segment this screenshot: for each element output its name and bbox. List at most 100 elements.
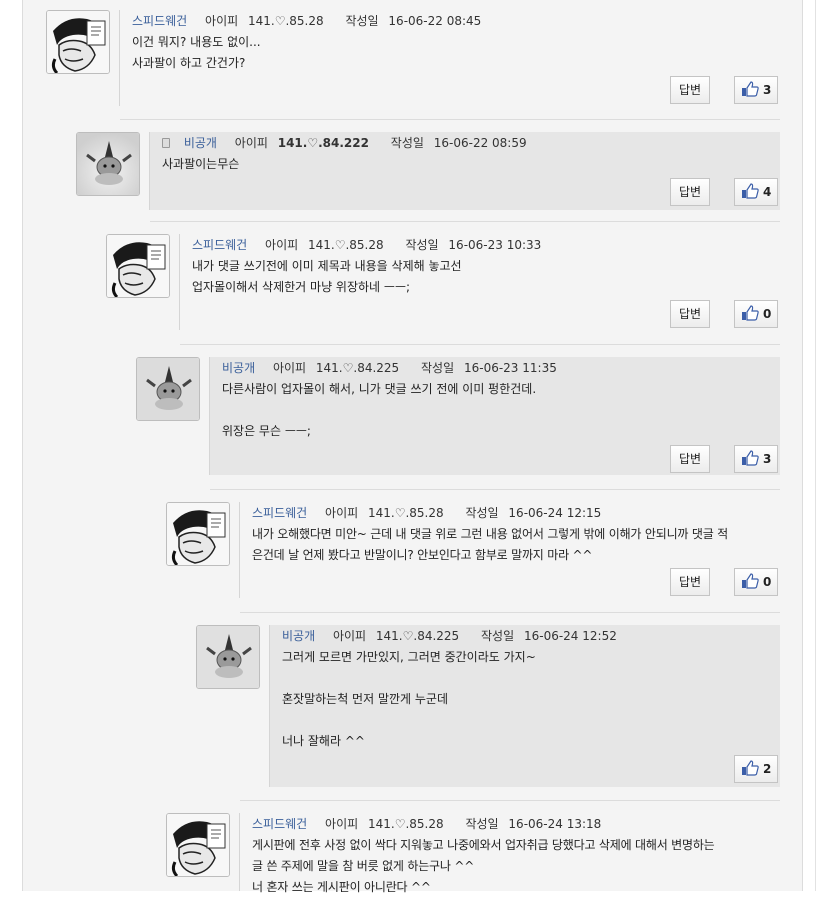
- comment-divider: [240, 800, 780, 801]
- author-name[interactable]: 비공개: [184, 136, 217, 150]
- avatar[interactable]: [76, 132, 140, 196]
- comment-text: 게시판에 전후 사정 없이 싹다 지워놓고 나중에와서 업자취급 당했다고 삭제…: [252, 835, 715, 898]
- comment-line: 위장은 무슨 ㅡㅡ;: [222, 424, 311, 438]
- comment-body: 비공개 아이피 141.♡.84.225 작성일 16-06-23 11:35 …: [210, 357, 780, 475]
- ip-label: 아이피: [272, 361, 307, 375]
- thumbs-up-icon: [741, 304, 759, 330]
- comment-divider: [150, 221, 780, 222]
- like-button[interactable]: 0: [734, 568, 778, 596]
- comment-text: 그러게 모르면 가만있지, 그러면 중간이라도 가지~ 혼잣말하는척 먼저 말깐게…: [282, 647, 536, 752]
- post-date: 16-06-22 08:59: [433, 136, 527, 150]
- comment-line: 너나 잘해라 ^^: [282, 734, 365, 748]
- avatar[interactable]: [196, 625, 260, 689]
- date-label: 작성일: [481, 629, 515, 643]
- like-button[interactable]: 4: [734, 178, 778, 206]
- ip-address: 141.♡.85.28: [247, 14, 324, 28]
- comment-text: 사과팔이는무슨: [162, 154, 239, 175]
- comment-body: 비공개 아이피 141.♡.84.225 작성일 16-06-24 12:52 …: [270, 625, 780, 787]
- post-date: 16-06-24 12:15: [508, 506, 602, 520]
- ip-address: 141.♡.85.28: [367, 506, 444, 520]
- like-count: 2: [763, 762, 772, 776]
- thumbs-up-icon: [741, 572, 759, 598]
- avatar[interactable]: [106, 234, 170, 298]
- like-count: 0: [763, 307, 772, 321]
- lock-icon: [162, 138, 170, 148]
- reply-button[interactable]: 답변: [670, 568, 710, 596]
- comment-line: 사과팔이 하고 간건가?: [132, 56, 246, 70]
- reply-button[interactable]: 답변: [670, 300, 710, 328]
- date-label: 작성일: [421, 361, 455, 375]
- author-name[interactable]: 스피드웨건: [252, 817, 307, 831]
- comment-text: 이건 뭐지? 내용도 없이... 사과팔이 하고 간건가?: [132, 32, 261, 74]
- manga-avatar-icon: [167, 814, 229, 876]
- cat-avatar-icon: [77, 133, 139, 195]
- comment-meta: 스피드웨건 아이피 141.♡.85.28 작성일 16-06-24 13:18: [252, 815, 601, 832]
- post-date: 16-06-22 08:45: [388, 14, 482, 28]
- thumbs-up-icon: [741, 182, 759, 208]
- thumbs-up-icon: [741, 80, 759, 106]
- comment-body: 스피드웨건 아이피 141.♡.85.28 작성일 16-06-24 12:15…: [240, 502, 780, 602]
- author-name[interactable]: 스피드웨건: [192, 238, 247, 252]
- comment-divider: [240, 612, 780, 613]
- comment-meta: 스피드웨건 아이피 141.♡.85.28 작성일 16-06-23 10:33: [192, 236, 541, 253]
- comment-line: 내가 오해했다면 미안~ 근데 내 댓글 위로 그런 내용 없어서 그렇게 밖에…: [252, 527, 728, 541]
- like-count: 4: [763, 185, 772, 199]
- comment-meta: 비공개 아이피 141.♡.84.222 작성일 16-06-22 08:59: [162, 134, 527, 151]
- comment-body: 스피드웨건 아이피 141.♡.85.28 작성일 16-06-22 08:45…: [120, 10, 780, 110]
- comment-text: 내가 댓글 쓰기전에 이미 제목과 내용을 삭제해 놓고선 업자몰이해서 삭제한거…: [192, 256, 462, 298]
- comment-line: 다른사람이 업자몰이 해서, 니가 댓글 쓰기 전에 이미 펑한건데.: [222, 382, 537, 396]
- author-name[interactable]: 스피드웨건: [252, 506, 307, 520]
- comment-body: 스피드웨건 아이피 141.♡.85.28 작성일 16-06-24 13:18…: [240, 813, 780, 894]
- avatar[interactable]: [46, 10, 110, 74]
- page-divider: [815, 0, 816, 891]
- comment-meta: 스피드웨건 아이피 141.♡.85.28 작성일 16-06-24 12:15: [252, 504, 601, 521]
- avatar[interactable]: [166, 813, 230, 877]
- ip-address: 141.♡.85.28: [307, 238, 384, 252]
- like-count: 0: [763, 575, 772, 589]
- avatar[interactable]: [166, 502, 230, 566]
- manga-avatar-icon: [167, 503, 229, 565]
- like-count: 3: [763, 83, 772, 97]
- date-label: 작성일: [465, 817, 499, 831]
- post-date: 16-06-24 12:52: [523, 629, 617, 643]
- comment-meta: 스피드웨건 아이피 141.♡.85.28 작성일 16-06-22 08:45: [132, 12, 481, 29]
- date-label: 작성일: [345, 14, 379, 28]
- reply-button[interactable]: 답변: [670, 445, 710, 473]
- like-button[interactable]: 2: [734, 755, 778, 783]
- comment-text: 내가 오해했다면 미안~ 근데 내 댓글 위로 그런 내용 없어서 그렇게 밖에…: [252, 524, 728, 566]
- ip-label: 아이피: [332, 629, 367, 643]
- comment-line: 은건데 날 언제 봤다고 반말이니? 안보인다고 함부로 말까지 마라 ^^: [252, 548, 593, 562]
- manga-avatar-icon: [107, 235, 169, 297]
- comment-line: 이건 뭐지? 내용도 없이...: [132, 35, 261, 49]
- ip-address: 141.♡.85.28: [367, 817, 444, 831]
- date-label: 작성일: [390, 136, 424, 150]
- author-name[interactable]: 스피드웨건: [132, 14, 187, 28]
- reply-button[interactable]: 답변: [670, 76, 710, 104]
- comment-line: 사과팔이는무슨: [162, 157, 240, 171]
- comment-line: 혼잣말하는척 먼저 말깐게 누군데: [282, 692, 449, 706]
- thumbs-up-icon: [741, 759, 759, 785]
- comment-meta: 비공개 아이피 141.♡.84.225 작성일 16-06-23 11:35: [222, 359, 557, 376]
- author-name[interactable]: 비공개: [282, 629, 315, 643]
- avatar[interactable]: [136, 357, 200, 421]
- manga-avatar-icon: [47, 11, 109, 73]
- ip-address: 141.♡.84.225: [375, 629, 460, 643]
- comment-divider: [120, 119, 780, 120]
- ip-label: 아이피: [234, 136, 268, 150]
- cat-avatar-icon: [137, 358, 199, 420]
- like-count: 3: [763, 452, 772, 466]
- like-button[interactable]: 0: [734, 300, 778, 328]
- comment-line: 게시판에 전후 사정 없이 싹다 지워놓고 나중에와서 업자취급 당했다고 삭제…: [252, 838, 715, 852]
- comment-body: 스피드웨건 아이피 141.♡.85.28 작성일 16-06-23 10:33…: [180, 234, 780, 334]
- like-button[interactable]: 3: [734, 76, 778, 104]
- like-button[interactable]: 3: [734, 445, 778, 473]
- cat-avatar-icon: [197, 626, 259, 688]
- comment-divider: [180, 344, 780, 345]
- reply-button[interactable]: 답변: [670, 178, 710, 206]
- thumbs-up-icon: [741, 449, 759, 475]
- author-name[interactable]: 비공개: [222, 361, 255, 375]
- comment-body: 비공개 아이피 141.♡.84.222 작성일 16-06-22 08:59 …: [150, 132, 780, 210]
- comment-text: 다른사람이 업자몰이 해서, 니가 댓글 쓰기 전에 이미 펑한건데. 위장은 무…: [222, 379, 536, 442]
- comment-divider: [210, 489, 780, 490]
- comment-line: 내가 댓글 쓰기전에 이미 제목과 내용을 삭제해 놓고선: [192, 259, 462, 273]
